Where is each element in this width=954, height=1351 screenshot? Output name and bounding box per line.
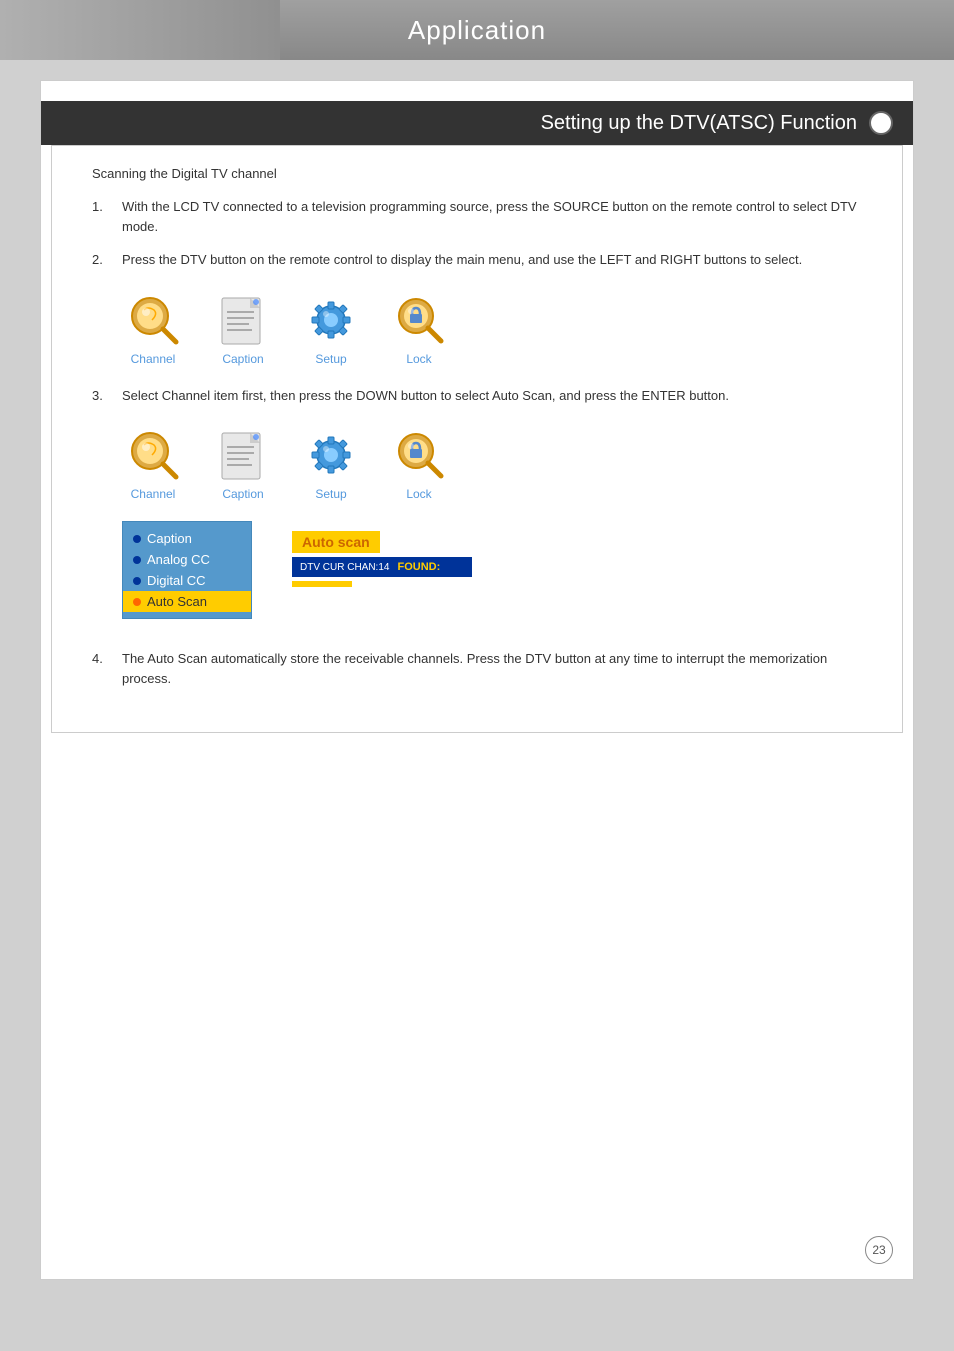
bullet-analog-cc (133, 556, 141, 564)
step-1: 1. With the LCD TV connected to a televi… (92, 197, 862, 236)
caption-icon-svg-2 (214, 431, 272, 483)
menu-item-analog-cc: Analog CC (123, 549, 251, 570)
dropdown-menu: Caption Analog CC Digital CC Auto Scan (122, 521, 252, 619)
step-3-number: 3. (92, 386, 122, 406)
page-title: Application (408, 15, 546, 46)
setup-icon-item-2: Setup (302, 427, 360, 501)
auto-scan-title: Auto scan (292, 531, 380, 553)
step-4: 4. The Auto Scan automatically store the… (92, 649, 862, 688)
setup-label-2: Setup (315, 487, 346, 501)
lock-icon-item-2: Lock (390, 427, 448, 501)
channel-icon-item-2: Channel (122, 425, 184, 501)
header-bar: Application (0, 0, 954, 60)
step-1-number: 1. (92, 197, 122, 236)
page-number: 23 (865, 1236, 893, 1264)
step-3-text: Select Channel item first, then press th… (122, 386, 862, 406)
lock-icon-svg-2 (390, 427, 448, 483)
step-4-number: 4. (92, 649, 122, 688)
step-2-text: Press the DTV button on the remote contr… (122, 250, 862, 270)
caption-label-1: Caption (222, 352, 263, 366)
channel-icon-svg-1 (122, 290, 184, 348)
menu-item-digital-cc-label: Digital CC (147, 573, 206, 588)
auto-scan-bar: DTV CUR CHAN:14 FOUND: (292, 557, 472, 577)
lock-label-2: Lock (406, 487, 431, 501)
lock-icon-item-1: Lock (390, 292, 448, 366)
step-2: 2. Press the DTV button on the remote co… (92, 250, 862, 270)
scan-progress-bar (292, 581, 352, 587)
caption-icon-item-1: Caption (214, 296, 272, 366)
icons-row-1: Channel Caption (122, 290, 862, 366)
bullet-auto-scan (133, 598, 141, 606)
section-header: Setting up the DTV(ATSC) Function (41, 101, 913, 145)
channel-icon-svg-2 (122, 425, 184, 483)
lock-label-1: Lock (406, 352, 431, 366)
menu-area: Caption Analog CC Digital CC Auto Scan A… (122, 521, 862, 619)
lock-icon-svg-1 (390, 292, 448, 348)
auto-scan-channel: DTV CUR CHAN:14 (300, 562, 389, 573)
caption-icon-svg-1 (214, 296, 272, 348)
menu-item-auto-scan-label: Auto Scan (147, 594, 207, 609)
menu-item-digital-cc: Digital CC (123, 570, 251, 591)
step-3: 3. Select Channel item first, then press… (92, 386, 862, 406)
setup-icon-svg-1 (302, 292, 360, 348)
step-4-text: The Auto Scan automatically store the re… (122, 649, 862, 688)
bullet-caption (133, 535, 141, 543)
setup-icon-item-1: Setup (302, 292, 360, 366)
section-title: Setting up the DTV(ATSC) Function (541, 112, 857, 135)
auto-scan-panel: Auto scan DTV CUR CHAN:14 FOUND: (292, 531, 472, 587)
auto-scan-found: FOUND: (397, 561, 440, 573)
content-body: Scanning the Digital TV channel 1. With … (51, 145, 903, 733)
section-header-circle (869, 111, 893, 135)
setup-icon-svg-2 (302, 427, 360, 483)
setup-label-1: Setup (315, 352, 346, 366)
menu-item-caption: Caption (123, 528, 251, 549)
step-1-text: With the LCD TV connected to a televisio… (122, 197, 862, 236)
menu-item-analog-cc-label: Analog CC (147, 552, 210, 567)
channel-label-2: Channel (131, 487, 176, 501)
icons-row-2: Channel Caption (122, 425, 862, 501)
caption-label-2: Caption (222, 487, 263, 501)
channel-icon-item-1: Channel (122, 290, 184, 366)
caption-icon-item-2: Caption (214, 431, 272, 501)
menu-item-auto-scan: Auto Scan (123, 591, 251, 612)
menu-item-caption-label: Caption (147, 531, 192, 546)
main-content: Setting up the DTV(ATSC) Function Scanni… (40, 80, 914, 1280)
channel-label-1: Channel (131, 352, 176, 366)
scanning-title: Scanning the Digital TV channel (92, 166, 862, 181)
step-2-number: 2. (92, 250, 122, 270)
bullet-digital-cc (133, 577, 141, 585)
